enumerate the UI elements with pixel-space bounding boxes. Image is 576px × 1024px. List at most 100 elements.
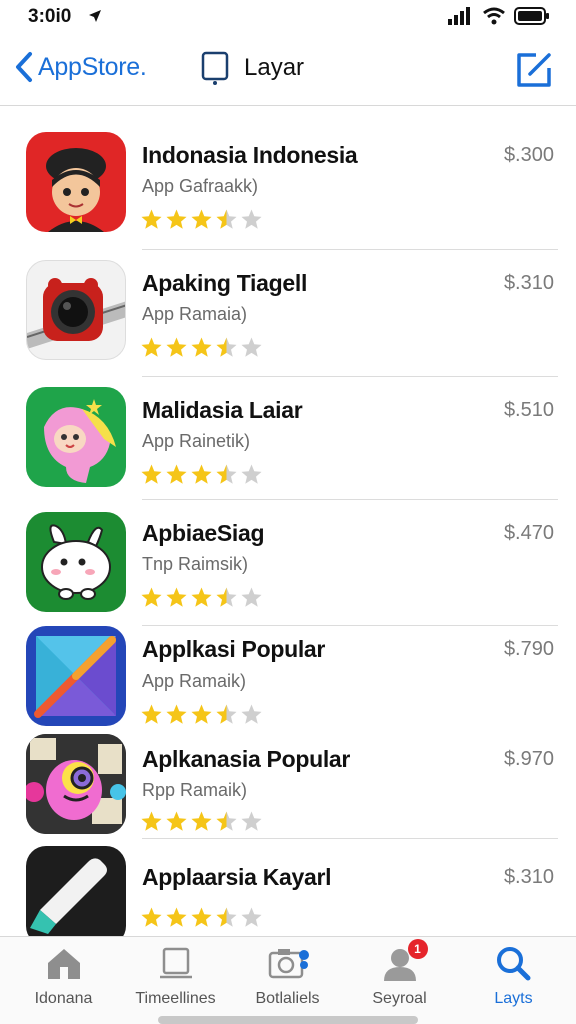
tab-label: Layts xyxy=(494,990,533,1007)
star-icon xyxy=(141,337,162,357)
star-icon xyxy=(216,811,237,831)
app-name: ApbiaeSiag xyxy=(142,520,265,546)
price-label[interactable]: $.310 xyxy=(504,866,554,889)
price-label[interactable]: $.470 xyxy=(504,522,554,545)
tab-timeline[interactable]: Timeellines xyxy=(118,945,233,1008)
star-icon xyxy=(241,704,262,724)
notification-badge: 1 xyxy=(407,939,428,959)
app-icon-camera xyxy=(26,260,126,360)
chevron-left-icon xyxy=(16,52,32,82)
star-icon xyxy=(241,464,262,484)
app-icon-avatar-girl xyxy=(26,132,126,232)
tablet-icon xyxy=(201,51,229,85)
tab-label: Idonana xyxy=(34,990,93,1007)
app-icon-geometric xyxy=(26,626,126,726)
star-icon xyxy=(216,464,237,484)
battery-icon xyxy=(514,7,549,25)
tab-bar: Idonana Timeellines Botlaliels 1 Seyroal xyxy=(0,936,576,1024)
camera-icon xyxy=(268,949,309,979)
star-icon xyxy=(141,907,162,927)
app-icon-bunny xyxy=(26,512,126,612)
star-icon xyxy=(191,587,212,607)
app-name: Apaking Tiagell xyxy=(142,270,308,296)
rating-stars xyxy=(140,703,263,726)
wifi-icon xyxy=(483,7,505,25)
rating-stars xyxy=(140,208,263,231)
status-icons xyxy=(448,7,550,25)
divider xyxy=(142,499,558,500)
star-icon xyxy=(141,704,162,724)
star-icon xyxy=(166,811,187,831)
back-button[interactable]: AppStore. xyxy=(14,51,147,83)
star-icon xyxy=(216,704,237,724)
tab-label: Seyroal xyxy=(372,990,427,1007)
price-label[interactable]: $.510 xyxy=(504,399,554,422)
star-icon xyxy=(241,587,262,607)
app-name: Indonasia Indonesia xyxy=(142,142,358,168)
price-label[interactable]: $.790 xyxy=(504,638,554,661)
app-icon-sticker-character xyxy=(26,734,126,834)
rating-stars xyxy=(140,336,263,359)
app-name: Malidasia Laiar xyxy=(142,397,303,423)
tab-label: Timeellines xyxy=(135,990,216,1007)
signal-icon xyxy=(448,7,470,25)
divider xyxy=(142,376,558,377)
app-icon-marker xyxy=(26,846,126,946)
star-icon xyxy=(141,209,162,229)
star-icon xyxy=(191,907,212,927)
app-subtitle: App Ramaik) xyxy=(142,671,247,691)
nav-title-group: Layar xyxy=(200,51,304,85)
search-icon xyxy=(496,947,530,981)
app-subtitle: Tnp Raimsik) xyxy=(142,554,249,574)
rating-stars xyxy=(140,810,263,833)
star-icon xyxy=(166,704,187,724)
tab-label: Botlaliels xyxy=(255,990,320,1007)
price-label[interactable]: $.300 xyxy=(504,144,554,167)
star-icon xyxy=(241,811,262,831)
navigation-bar: AppStore. Layar xyxy=(0,36,576,106)
star-icon xyxy=(166,907,187,927)
star-icon xyxy=(191,337,212,357)
star-icon xyxy=(166,587,187,607)
app-icon-hijab-girl xyxy=(26,387,126,487)
divider xyxy=(142,625,558,626)
tab-camera[interactable]: Botlaliels xyxy=(230,945,345,1008)
app-name: Applaarsia Kayarl xyxy=(142,864,332,890)
price-label[interactable]: $.970 xyxy=(504,748,554,771)
star-icon xyxy=(216,209,237,229)
star-icon xyxy=(166,337,187,357)
star-icon xyxy=(191,704,212,724)
app-subtitle: App Rainetik) xyxy=(142,431,251,451)
star-icon xyxy=(216,337,237,357)
star-icon xyxy=(216,587,237,607)
star-icon xyxy=(141,811,162,831)
home-indicator xyxy=(158,1016,418,1024)
rating-stars xyxy=(140,906,263,929)
star-icon xyxy=(141,587,162,607)
home-icon xyxy=(47,949,80,979)
divider xyxy=(142,249,558,250)
star-icon xyxy=(241,907,262,927)
tab-search[interactable]: Layts xyxy=(456,945,571,1008)
star-icon xyxy=(166,209,187,229)
star-icon xyxy=(191,464,212,484)
star-icon xyxy=(241,337,262,357)
tab-profile[interactable]: 1 Seyroal xyxy=(342,939,457,1008)
compose-icon xyxy=(517,53,551,87)
location-arrow-icon xyxy=(89,10,101,22)
tab-home[interactable]: Idonana xyxy=(6,945,121,1008)
star-icon xyxy=(166,464,187,484)
price-label[interactable]: $.310 xyxy=(504,272,554,295)
compose-button[interactable] xyxy=(514,50,554,95)
star-icon xyxy=(141,464,162,484)
star-icon xyxy=(216,907,237,927)
star-icon xyxy=(191,811,212,831)
app-name: Applkasi Popular xyxy=(142,636,326,662)
page-title: Layar xyxy=(244,54,305,81)
app-subtitle: App Ramaia) xyxy=(142,304,248,324)
timeline-icon xyxy=(159,947,192,979)
divider xyxy=(142,838,558,839)
app-name: Aplkanasia Popular xyxy=(142,746,351,772)
star-icon xyxy=(191,209,212,229)
app-subtitle: Rpp Ramaik) xyxy=(142,780,248,800)
